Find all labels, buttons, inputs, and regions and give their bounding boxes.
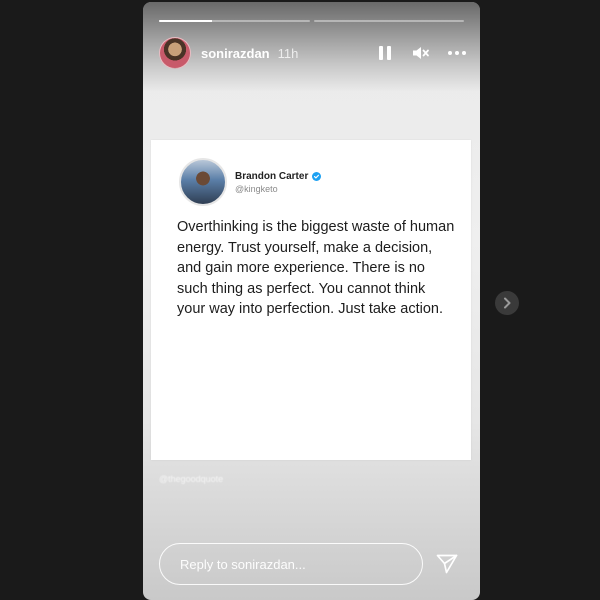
story-header: sonirazdan 11h [159,36,466,70]
post-time: 11h [277,45,299,61]
pause-button[interactable] [376,44,394,62]
mute-icon [413,47,429,59]
progress-segment-2 [313,20,464,22]
pause-icon [379,46,391,60]
reply-input[interactable] [159,543,423,585]
header-actions [376,44,466,62]
tweet-author: Brandon Carter @kingketo [179,158,322,206]
progress-fill-1 [159,20,212,22]
tweet-author-name: Brandon Carter [235,170,309,182]
progress-segment-1 [159,20,310,22]
tweet-author-handle: @kingketo [235,183,278,194]
more-options-icon [448,51,466,55]
story-frame: sonirazdan 11h Brandon Carter @kingketo … [143,2,480,600]
send-icon [436,554,458,574]
tweet-text: Overthinking is the biggest waste of hum… [177,219,455,317]
chevron-right-icon [504,297,511,309]
verified-badge-icon [312,171,322,181]
watermark: @thegoodquote [159,474,224,484]
story-viewer: sonirazdan 11h Brandon Carter @kingketo … [0,0,600,600]
more-options-button[interactable] [448,44,466,62]
next-story-button[interactable] [495,291,519,315]
tweet-name-row: Brandon Carter [235,170,322,182]
profile-avatar[interactable] [159,37,191,69]
username[interactable]: sonirazdan [201,46,270,61]
reply-bar [159,542,460,586]
tweet-author-names: Brandon Carter @kingketo [235,170,322,194]
tweet-avatar [179,158,227,206]
story-progress [159,20,464,22]
tweet-card: Brandon Carter @kingketo Overthinking is… [151,140,471,460]
send-button[interactable] [434,551,460,577]
mute-button[interactable] [412,44,430,62]
